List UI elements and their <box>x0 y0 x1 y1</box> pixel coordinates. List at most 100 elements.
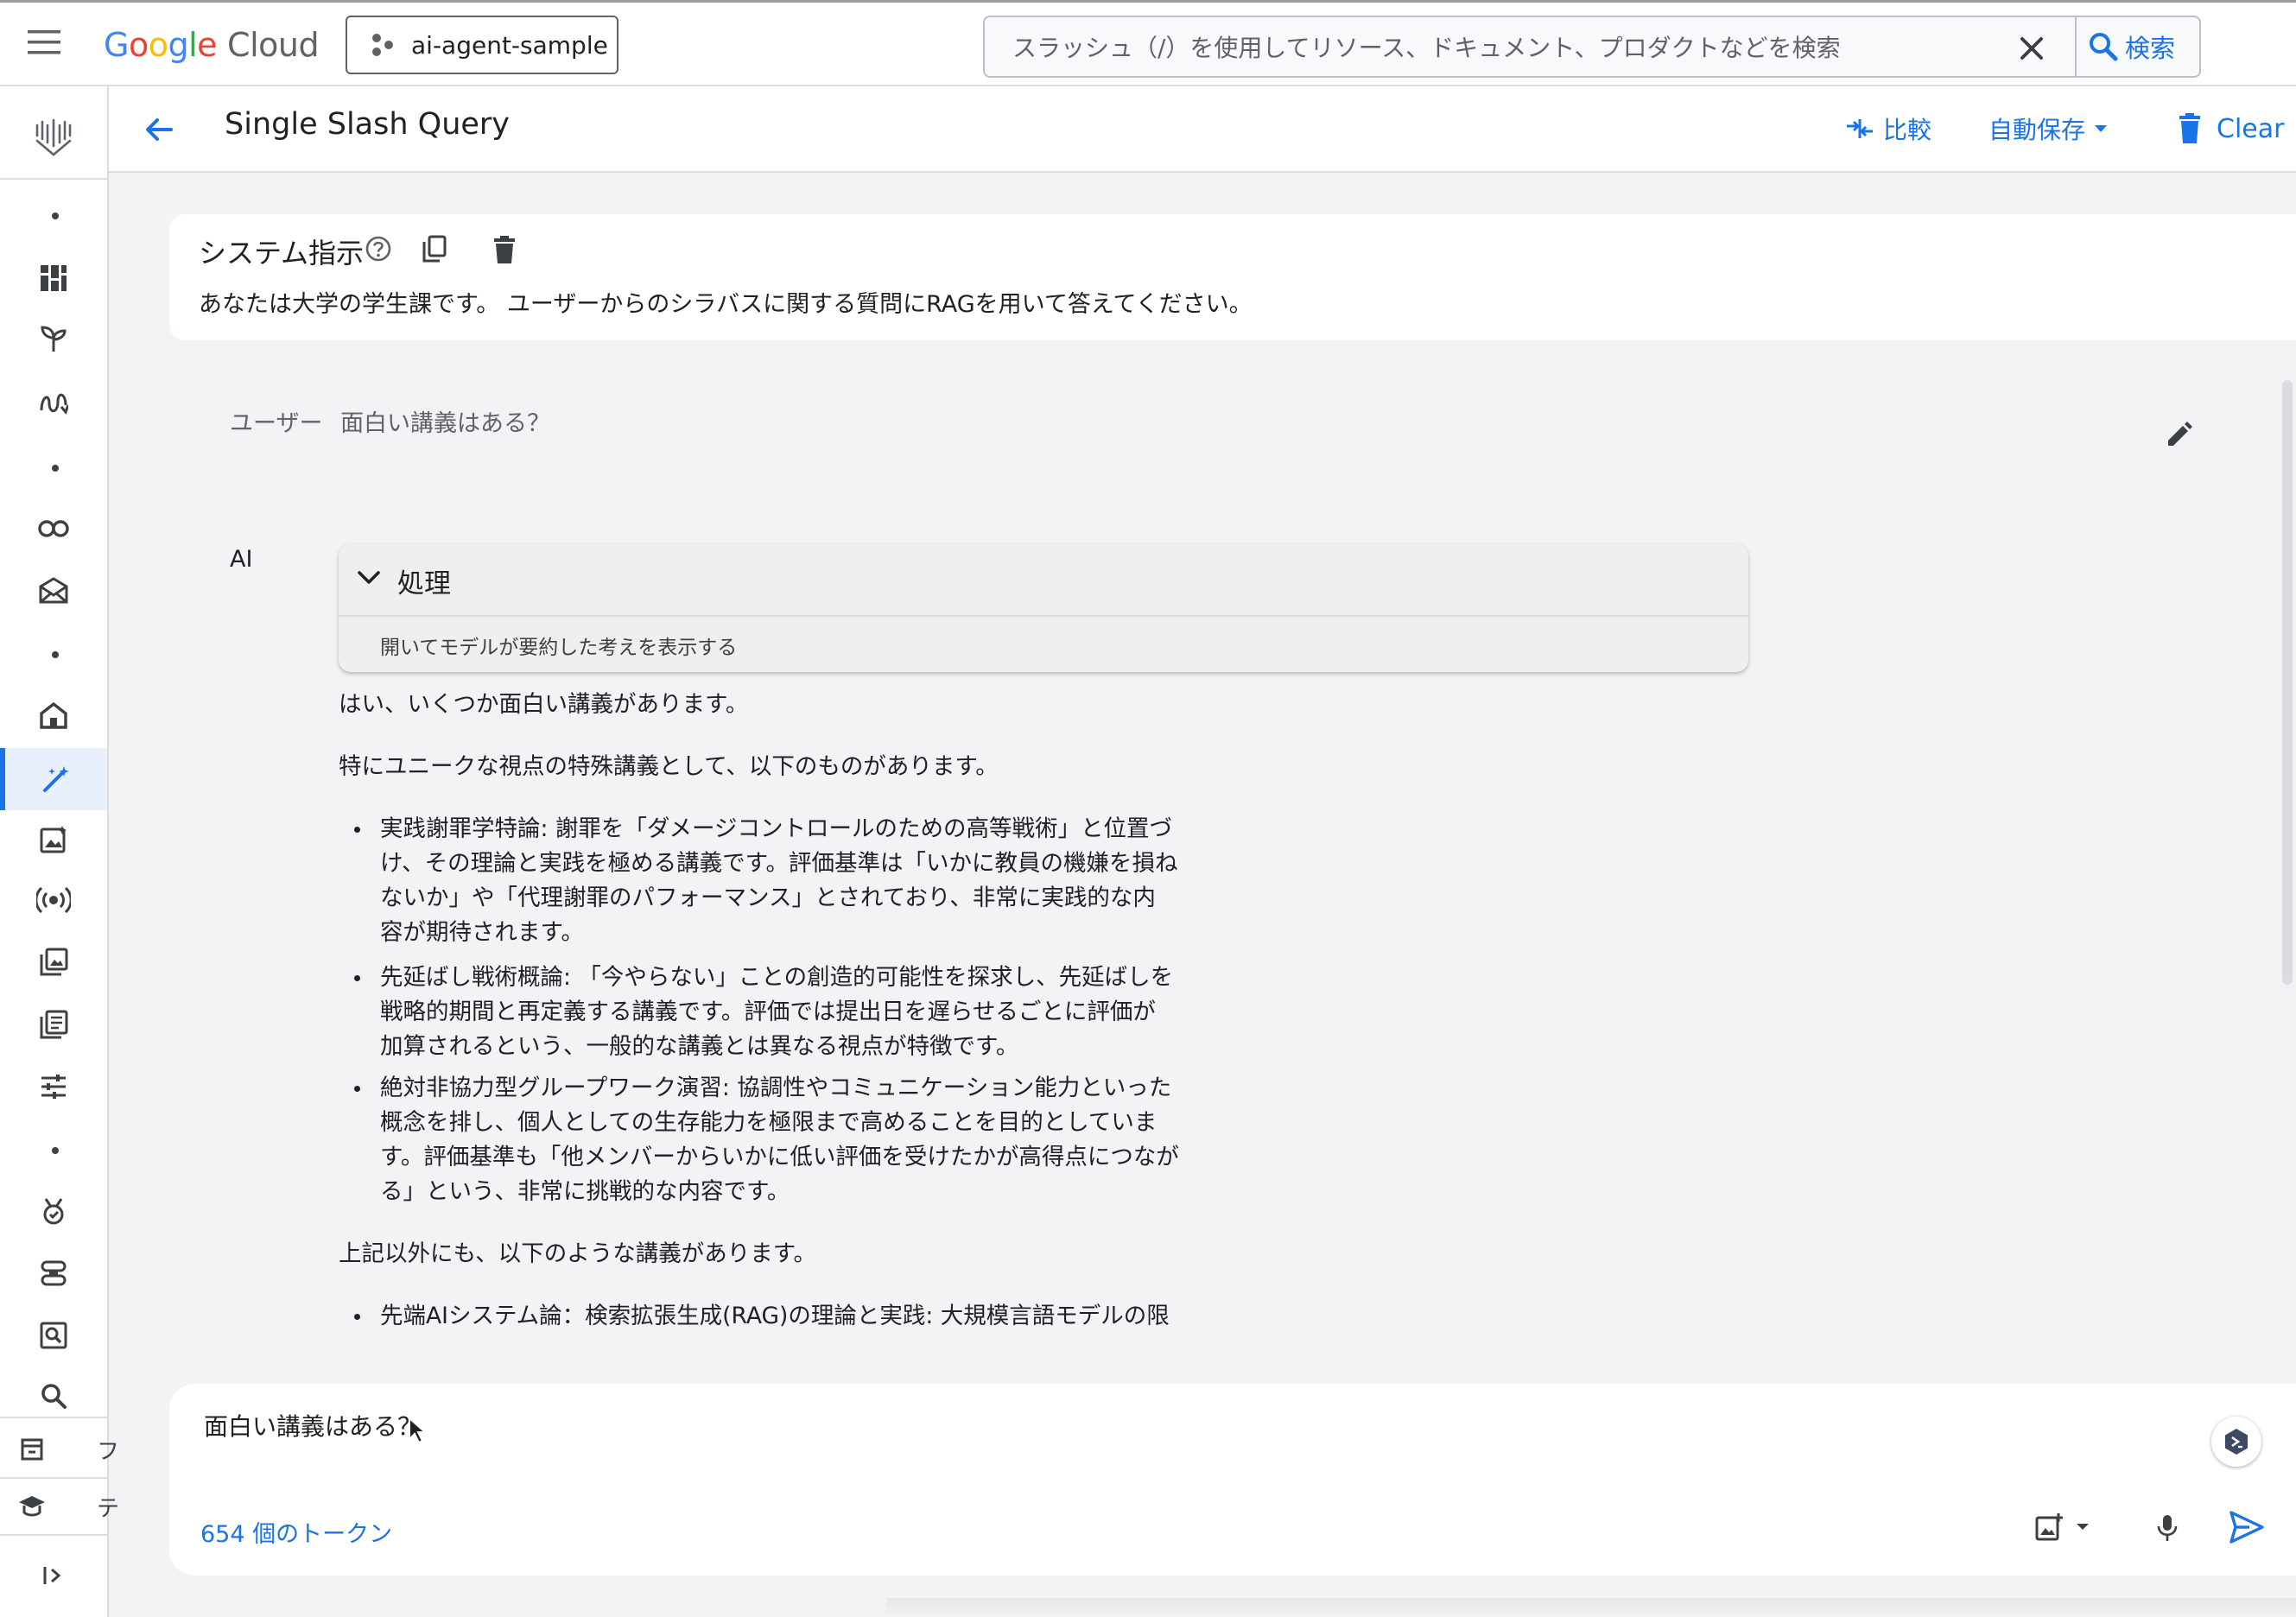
search-icon <box>2090 33 2118 61</box>
autosave-dropdown[interactable]: 自動保存 <box>1988 109 2109 149</box>
media-studio-icon <box>40 826 67 853</box>
scrollbar[interactable] <box>2282 380 2293 985</box>
clear-label: Clear <box>2217 113 2285 144</box>
copy-icon <box>422 235 447 263</box>
compare-label: 比較 <box>1883 116 1932 144</box>
agent-builder-icon <box>39 577 68 604</box>
page-title: Single Slash Query <box>225 107 511 142</box>
store-icon <box>21 1438 43 1461</box>
colab-icon <box>38 520 69 537</box>
insert-media-button[interactable] <box>2035 1513 2090 1541</box>
token-count[interactable]: 654 個のトークン <box>200 1515 392 1549</box>
ai-role-label: AI <box>230 546 253 573</box>
model-registry-icon <box>41 1260 67 1286</box>
mouse-cursor-icon <box>409 1417 427 1444</box>
list-item-line: 概念を排し、個人としての生存能力を極限まで高めることを目的としていま <box>380 1109 1158 1136</box>
delete-icon <box>2179 113 2200 143</box>
project-picker[interactable]: ai-agent-sample <box>346 16 618 74</box>
rail-section-dot <box>52 1147 59 1154</box>
page-header: Single Slash Query 比較 自動保存 Clear <box>109 86 2296 173</box>
prompt-management-icon <box>40 1010 68 1039</box>
copy-button[interactable] <box>422 235 447 263</box>
search-input[interactable] <box>1011 26 2033 69</box>
ai-response: はい、いくつか面白い講義があります。 特にユニークな視点の特殊講義として、以下の… <box>339 688 1289 1344</box>
training-icon <box>19 1496 45 1517</box>
chevron-down-icon <box>358 571 380 584</box>
send-icon <box>2229 1511 2264 1544</box>
expand-rail-button[interactable] <box>0 1550 107 1601</box>
rail-item-prompt-design[interactable] <box>0 748 107 810</box>
system-instructions-card[interactable]: システム指示 あなたは大学の学生課です。 ユーザーからのシラバスに関する質問にR… <box>169 214 2296 340</box>
compare-arrows-icon <box>1847 119 1873 138</box>
rail-item-prompt-gallery[interactable] <box>0 936 107 988</box>
vertex-ai-logo[interactable] <box>0 100 107 173</box>
rail-item-agent-builder[interactable] <box>0 565 107 617</box>
rail-item-evaluation[interactable] <box>0 1185 107 1237</box>
rail-item-live-api[interactable] <box>0 874 107 926</box>
response-paragraph: はい、いくつか面白い講義があります。 <box>339 691 749 718</box>
help-button[interactable] <box>365 235 392 263</box>
edit-pencil-icon <box>2168 422 2192 446</box>
tuning-icon <box>41 1075 66 1099</box>
list-item-line: 実践謝罪学特論: 謝罪を「ダメージコントロールのための高等戦術」と位置づ <box>380 815 1173 842</box>
edit-message-button[interactable] <box>2165 422 2192 449</box>
prompt-assist-icon <box>2225 1429 2248 1455</box>
rail-item-vector-search[interactable] <box>0 1309 107 1361</box>
rail-item-model-garden[interactable] <box>0 313 107 365</box>
pipelines-icon <box>40 393 68 415</box>
google-cloud-logo[interactable]: Google Cloud <box>104 25 320 65</box>
vertex-ai-logo-icon <box>35 118 72 156</box>
microphone-button[interactable] <box>2156 1513 2179 1543</box>
rail-item-truncated-1[interactable]: フ <box>0 1424 119 1475</box>
delete-icon <box>494 236 515 263</box>
search-button-label: 検索 <box>2125 34 2176 63</box>
rail-item-media-studio[interactable] <box>0 814 107 866</box>
system-instructions-text: あなたは大学の学生課です。 ユーザーからのシラバスに関する質問にRAGを用いて答… <box>199 291 1253 318</box>
rail-item-search[interactable] <box>0 1370 107 1422</box>
prompt-assist-button[interactable] <box>2211 1417 2261 1467</box>
dropdown-arrow-icon <box>2077 1524 2089 1530</box>
expand-rail-icon <box>43 1567 61 1584</box>
main-menu-button[interactable] <box>28 29 67 63</box>
clear-search-button[interactable] <box>2018 35 2045 62</box>
thinking-subtitle: 開いてモデルが要約した考えを表示する <box>380 637 738 659</box>
system-instructions-title: システム指示 <box>199 237 365 270</box>
logo-cloud-text: Cloud <box>227 26 320 64</box>
send-button[interactable] <box>2229 1510 2265 1544</box>
search-button[interactable]: 検索 <box>2089 26 2175 67</box>
clear-button[interactable]: Clear <box>2177 109 2284 149</box>
project-nodes-icon <box>372 34 393 56</box>
prompt-design-icon <box>43 766 69 792</box>
rail-item-model-registry[interactable] <box>0 1247 107 1299</box>
rail-item-tuning[interactable] <box>0 1061 107 1113</box>
thinking-toggle[interactable]: 処理 <box>339 544 1748 617</box>
prompt-composer: 面白い講義はある？ 654 個のトークン <box>169 1384 2296 1576</box>
user-turn: ユーザー 面白い講義はある？ <box>230 404 550 438</box>
list-item-line: 戦略的期間と再定義する講義です。評価では提出日を遅らせるごとに評価が <box>380 999 1156 1025</box>
rail-item-dashboard[interactable] <box>0 252 107 304</box>
hamburger-menu-icon <box>28 30 60 54</box>
rail-item-home[interactable] <box>0 689 107 741</box>
compare-button[interactable]: 比較 <box>1845 109 1931 149</box>
live-api-icon <box>36 886 71 914</box>
delete-instructions-button[interactable] <box>492 235 517 264</box>
rail-item-prompt-management[interactable] <box>0 999 107 1050</box>
prompt-input[interactable]: 面白い講義はある？ <box>204 1408 422 1443</box>
rail-divider <box>0 1417 107 1418</box>
rail-section-dot <box>52 465 59 472</box>
rail-divider <box>0 1477 107 1479</box>
autosave-label: 自動保存 <box>1988 116 2086 144</box>
rail-item-pipelines[interactable] <box>0 377 107 428</box>
dropdown-arrow-icon <box>2095 125 2108 132</box>
user-message: 面白い講義はある？ <box>340 410 551 437</box>
rail-item-truncated-2[interactable]: テ <box>0 1481 119 1532</box>
thinking-title: 処理 <box>397 568 451 599</box>
top-bar: Google Cloud ai-agent-sample 検索 <box>0 0 2296 86</box>
rail-item-colab[interactable] <box>0 503 107 555</box>
arrow-back-icon <box>146 118 173 141</box>
list-item-line: す。評価基準も「他メンバーからいかに低い評価を受けたかが高得点につなが <box>380 1144 1179 1170</box>
back-button[interactable] <box>142 112 180 150</box>
model-garden-icon <box>41 326 67 352</box>
list-item-line: 先端AIシステム論：検索拡張生成(RAG)の理論と実践: 大規模言語モデルの限 <box>380 1303 1170 1329</box>
list-item-line: ないか」や「代理謝罪のパフォーマンス」とされており、非常に実践的な内 <box>380 885 1156 911</box>
